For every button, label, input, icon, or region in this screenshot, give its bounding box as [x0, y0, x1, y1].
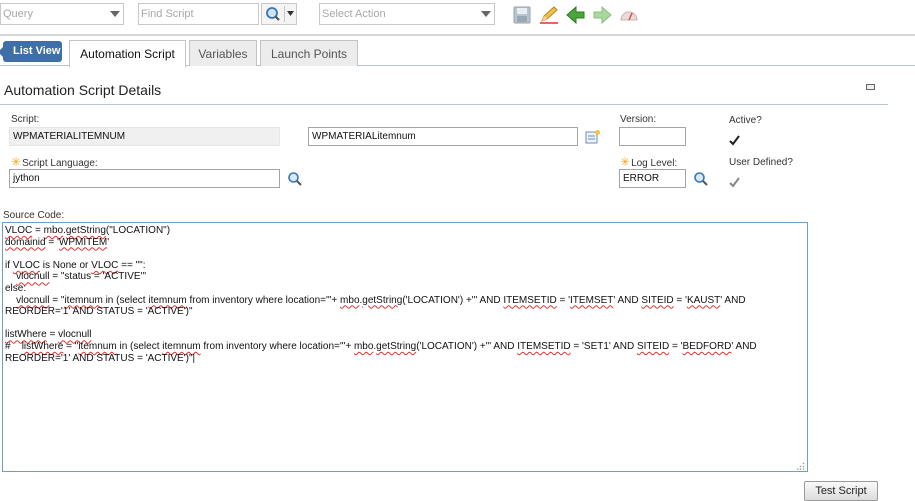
script-value: WPMATERIALITEMNUM [13, 131, 126, 142]
log-level-lookup[interactable] [693, 171, 709, 187]
long-description-button[interactable] [585, 129, 601, 145]
version-field[interactable] [619, 127, 686, 146]
required-icon: ✳ [620, 155, 631, 169]
next-button[interactable] [592, 5, 612, 25]
save-button[interactable] [512, 5, 532, 25]
arrow-left-icon [566, 5, 585, 25]
chevron-down-icon [110, 11, 120, 17]
log-level-field[interactable]: ERROR [619, 169, 686, 188]
search-button[interactable] [261, 3, 297, 25]
find-script-input[interactable]: Find Script [138, 3, 259, 25]
search-icon [288, 172, 302, 186]
select-action-dropdown[interactable]: Select Action [319, 3, 495, 25]
find-placeholder: Find Script [141, 8, 194, 20]
long-description-icon [585, 130, 600, 144]
user-defined-checkbox [728, 176, 741, 189]
source-code-editor[interactable]: VLOC = mbo.getString("LOCATION") domaini… [2, 222, 808, 472]
section-divider [0, 104, 888, 105]
query-select[interactable]: Query [0, 3, 124, 25]
pencil-icon [540, 6, 558, 24]
search-icon [261, 3, 297, 25]
tab-launch-points[interactable]: Launch Points [260, 40, 358, 66]
action-placeholder: Select Action [322, 8, 386, 20]
checkmark-icon [729, 135, 740, 146]
source-code-text: VLOC = mbo.getString("LOCATION") domaini… [5, 225, 760, 364]
version-label: Version: [620, 114, 657, 125]
arrow-right-icon [593, 5, 612, 25]
log-level-value: ERROR [623, 173, 660, 184]
list-view-button[interactable]: List View [0, 41, 62, 62]
query-placeholder: Query [3, 8, 33, 20]
source-code-label: Source Code: [3, 210, 65, 221]
script-language-label: ✳Script Language: [11, 155, 98, 169]
resize-grip-icon [797, 462, 805, 470]
gauge-icon [620, 11, 638, 21]
script-label: Script: [11, 114, 40, 125]
active-checkbox[interactable] [728, 134, 741, 147]
section-title: Automation Script Details [4, 82, 162, 98]
dashboard-button[interactable] [619, 5, 639, 25]
script-language-lookup[interactable] [287, 171, 303, 187]
search-icon [694, 172, 708, 186]
log-level-text: Log Level: [631, 158, 678, 169]
active-label: Active? [729, 115, 762, 126]
script-language-value: jython [13, 173, 40, 184]
log-level-label: ✳Log Level: [620, 155, 677, 169]
save-icon [513, 6, 531, 24]
edit-button[interactable] [538, 5, 558, 25]
description-value: WPMATERIALitemnum [312, 131, 416, 142]
required-icon: ✳ [11, 155, 22, 169]
tab-variables[interactable]: Variables [189, 40, 257, 66]
script-field[interactable]: WPMATERIALITEMNUM [9, 127, 280, 146]
chevron-down-icon [481, 11, 491, 17]
user-defined-label: User Defined? [729, 157, 793, 168]
collapse-section-button[interactable] [866, 84, 875, 90]
previous-button[interactable] [566, 5, 586, 25]
checkmark-icon [729, 177, 740, 188]
test-script-button[interactable]: Test Script [804, 481, 878, 501]
tab-automation-script[interactable]: Automation Script [69, 40, 186, 67]
resize-handle[interactable] [797, 461, 805, 470]
description-field[interactable]: WPMATERIALitemnum [308, 127, 578, 146]
script-language-text: Script Language: [22, 158, 98, 169]
script-language-field[interactable]: jython [9, 169, 280, 188]
